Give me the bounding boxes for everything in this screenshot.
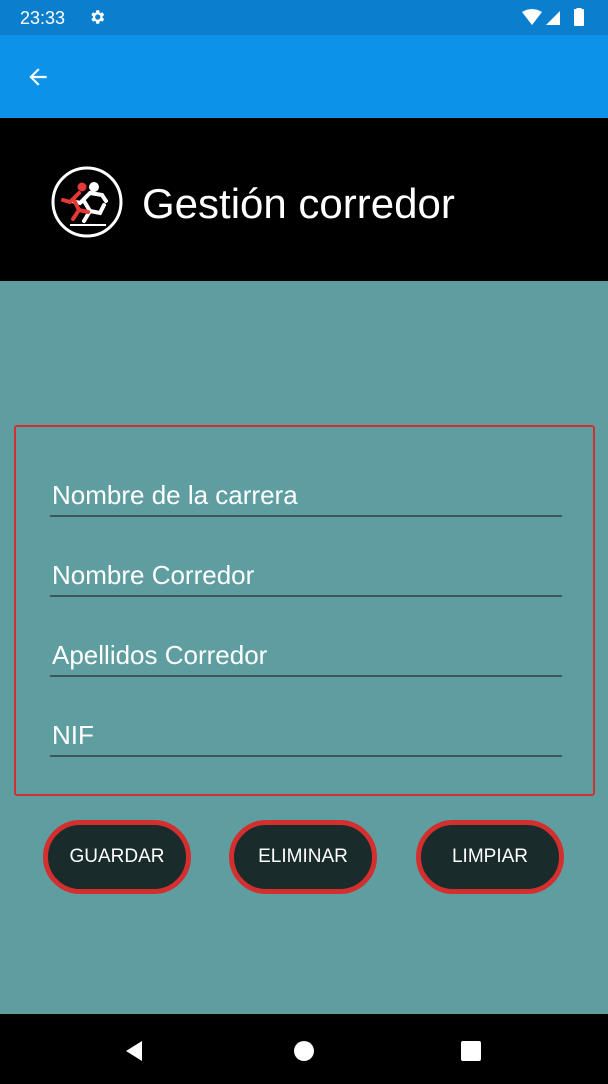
runners-logo-icon <box>51 166 123 238</box>
wifi-icon <box>522 9 542 25</box>
page-title: Gestión corredor <box>142 180 455 227</box>
header: Gestión corredor <box>0 118 608 281</box>
battery-icon <box>574 8 584 26</box>
nif-field <box>50 707 562 757</box>
race-name-input[interactable] <box>50 467 562 515</box>
home-circle-icon <box>294 1041 314 1061</box>
status-bar: 23:33 <box>0 0 608 35</box>
runner-surnames-field <box>50 627 562 677</box>
runner-surnames-input[interactable] <box>50 627 562 675</box>
clear-button[interactable]: LIMPIAR <box>416 820 564 894</box>
nif-input[interactable] <box>50 707 562 755</box>
delete-button[interactable]: ELIMINAR <box>229 820 377 894</box>
system-nav-bar <box>0 1014 608 1084</box>
form-container <box>14 425 595 796</box>
back-button[interactable] <box>16 55 60 99</box>
arrow-left-icon <box>29 68 47 86</box>
nav-back-button[interactable] <box>119 1036 149 1066</box>
recents-square-icon <box>461 1041 481 1061</box>
runner-name-input[interactable] <box>50 547 562 595</box>
nav-home-button[interactable] <box>289 1036 319 1066</box>
gear-icon <box>88 8 106 31</box>
race-name-field <box>50 467 562 517</box>
runner-name-field <box>50 547 562 597</box>
back-triangle-icon <box>126 1041 142 1061</box>
app-bar <box>0 35 608 118</box>
status-time: 23:33 <box>20 8 66 28</box>
status-icons <box>522 8 590 33</box>
save-button[interactable]: GUARDAR <box>43 820 191 894</box>
nav-recents-button[interactable] <box>456 1036 486 1066</box>
signal-icon <box>546 11 560 25</box>
